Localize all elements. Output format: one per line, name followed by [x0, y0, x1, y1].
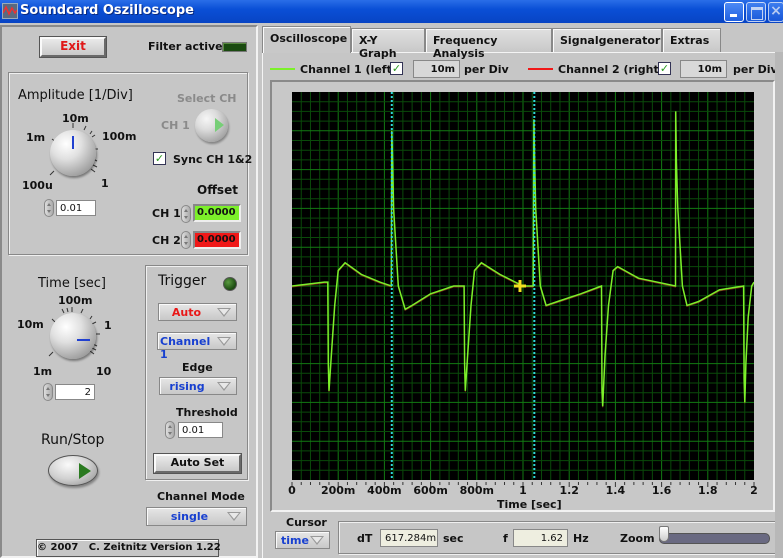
offset-ch2-label: CH 2 — [152, 234, 181, 247]
x-tick-label: 2 — [750, 484, 758, 497]
play-arrow-icon — [215, 118, 224, 132]
filter-led — [222, 42, 247, 52]
chevron-down-icon — [217, 308, 231, 317]
f-label: f — [503, 532, 508, 545]
trigger-channel-dropdown[interactable]: Channel 1 — [157, 332, 237, 361]
time-spinner[interactable] — [43, 383, 53, 401]
run-stop-button[interactable] — [48, 455, 98, 486]
offset-ch1-label: CH 1 — [152, 207, 181, 220]
dt-label: dT — [357, 532, 373, 545]
play-icon — [79, 463, 91, 479]
time-title: Time [sec] — [38, 276, 107, 291]
zoom-slider-track[interactable] — [659, 533, 770, 544]
amplitude-title: Amplitude [1/Div] — [18, 88, 133, 103]
channel1-label: Channel 1 (left) — [300, 63, 397, 76]
cursor-mode-dropdown[interactable]: time — [275, 531, 330, 549]
run-stop-label: Run/Stop — [41, 432, 105, 448]
tab-frequency-analysis[interactable]: Frequency Analysis — [425, 28, 552, 60]
select-ch-knob[interactable] — [195, 109, 228, 142]
channel1-per-div: 10m — [413, 60, 460, 78]
tab-extras[interactable]: Extras — [662, 28, 721, 52]
offset-ch2-input[interactable]: 0.0000 — [193, 231, 241, 249]
tab-oscilloscope[interactable]: Oscilloscope — [262, 26, 351, 53]
trigger-title: Trigger — [158, 273, 207, 289]
x-tick-label: 600m — [413, 484, 448, 497]
select-ch-label: CH 1 — [161, 119, 190, 132]
title-bar: Soundcard Oszilloscope × — [0, 0, 783, 23]
auto-set-button[interactable]: Auto Set — [153, 453, 242, 474]
select-ch-title: Select CH — [177, 92, 237, 105]
channel-mode-dropdown[interactable]: single — [146, 507, 247, 526]
x-tick-label: 0 — [288, 484, 296, 497]
x-tick-label: 200m — [320, 484, 356, 497]
amplitude-knob[interactable] — [50, 130, 96, 176]
dt-value: 617.284m — [380, 529, 438, 547]
x-axis-label: Time [sec] — [497, 498, 562, 511]
chevron-down-icon — [310, 536, 324, 545]
threshold-label: Threshold — [176, 406, 238, 419]
x-tick-label: 1.6 — [651, 484, 672, 497]
zoom-label: Zoom — [620, 532, 655, 545]
amplitude-input[interactable]: 0.01 — [56, 200, 96, 216]
f-value: 1.62 — [513, 529, 568, 547]
x-tick-label: 1.4 — [605, 484, 626, 497]
minimize-button[interactable] — [724, 2, 744, 22]
offset-title: Offset — [197, 183, 238, 197]
chevron-down-icon — [227, 512, 241, 521]
dt-unit: sec — [443, 532, 464, 545]
channel2-per-div-unit: per Div — [733, 63, 778, 76]
offset-ch2-spinner[interactable] — [181, 231, 191, 249]
sync-label: Sync CH 1&2 — [173, 153, 253, 166]
sync-checkbox[interactable]: ✓ — [153, 152, 166, 165]
offset-ch1-spinner[interactable] — [181, 205, 191, 223]
chevron-down-icon — [217, 382, 231, 391]
channel1-per-div-unit: per Div — [464, 63, 509, 76]
x-tick-label: 800m — [459, 484, 495, 497]
x-tick-label: 1.8 — [698, 484, 718, 497]
amplitude-spinner[interactable] — [44, 199, 54, 217]
threshold-input[interactable]: 0.01 — [178, 422, 223, 438]
f-unit: Hz — [573, 532, 589, 545]
trigger-mode-dropdown[interactable]: Auto — [158, 303, 237, 321]
exit-button[interactable]: Exit — [39, 36, 107, 58]
scope-plot[interactable] — [292, 92, 754, 480]
app-icon — [2, 3, 18, 19]
right-edge — [775, 52, 783, 558]
channel2-label: Channel 2 (right) — [558, 63, 664, 76]
tab-xy-graph[interactable]: X-Y Graph — [351, 28, 425, 60]
time-input[interactable]: 2 — [55, 384, 95, 400]
channel1-color-swatch — [270, 68, 295, 70]
edge-label: Edge — [182, 361, 213, 374]
filter-active-label: Filter active — [148, 40, 223, 53]
zoom-slider-thumb[interactable] — [659, 526, 669, 542]
time-knob[interactable] — [50, 313, 96, 359]
tab-signalgenerator[interactable]: Signalgenerator — [552, 28, 662, 52]
close-button[interactable]: × — [768, 2, 783, 22]
offset-ch1-input[interactable]: 0.0000 — [193, 204, 241, 222]
trigger-led — [223, 277, 237, 291]
channel2-per-div: 10m — [680, 60, 727, 78]
copyright-label: © 2007 C. Zeitnitz Version 1.22 — [36, 539, 221, 557]
x-tick-label: 1 — [519, 484, 527, 497]
channel-mode-label: Channel Mode — [157, 490, 245, 503]
x-tick-label: 400m — [367, 484, 402, 497]
threshold-spinner[interactable] — [165, 421, 175, 439]
trigger-edge-dropdown[interactable]: rising — [159, 377, 237, 395]
x-tick-label: 1.2 — [559, 484, 579, 497]
channel2-checkbox[interactable]: ✓ — [658, 62, 671, 75]
chevron-down-icon — [217, 337, 231, 346]
channel2-color-swatch — [528, 68, 553, 70]
maximize-button[interactable] — [746, 2, 766, 22]
window-title: Soundcard Oszilloscope — [20, 3, 194, 18]
channel1-checkbox[interactable]: ✓ — [390, 62, 403, 75]
cursor-label: Cursor — [286, 516, 327, 529]
